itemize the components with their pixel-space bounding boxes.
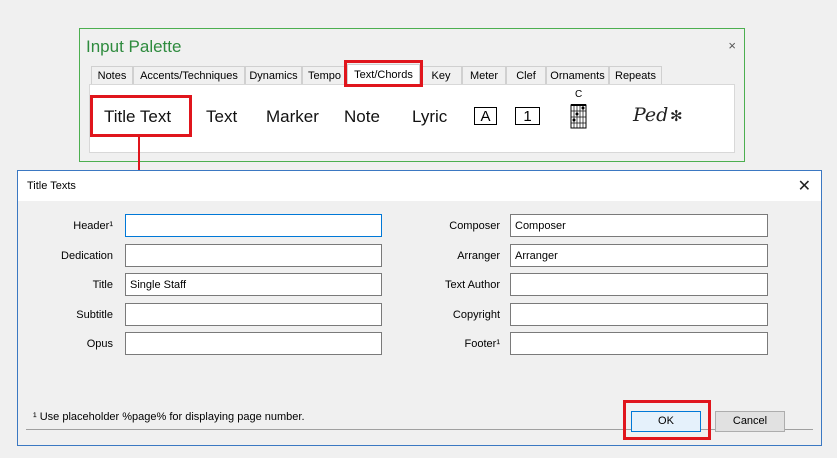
subtitle-input[interactable] [125,303,382,326]
chord-diagram-item[interactable]: C [569,89,589,131]
header-label: Header¹ [73,220,113,232]
tab-repeats[interactable]: Repeats [609,66,662,84]
title-input[interactable] [125,273,382,296]
dedication-input[interactable] [125,244,382,267]
note-item[interactable]: Note [344,107,380,127]
tab-key[interactable]: Key [420,66,462,84]
tab-dynamics[interactable]: Dynamics [245,66,302,84]
chord-name: C [575,89,583,100]
text-item[interactable]: Text [206,107,237,127]
text-author-input[interactable] [510,273,768,296]
tab-text-chords[interactable]: Text/Chords [347,64,420,84]
boxed-letter-item[interactable]: A [474,107,497,125]
text-author-label: Text Author [444,279,500,291]
dialog-title: Title Texts [27,180,76,192]
palette-items-panel: Title Text Text Marker Note Lyric A 1 C [89,84,735,153]
dedication-label: Dedication [61,250,113,262]
tab-notes[interactable]: Notes [91,66,133,84]
header-input[interactable] [125,214,382,237]
guitar-chord-diagram-icon [570,104,587,129]
arranger-input[interactable] [510,244,768,267]
pedal-item[interactable]: Ped [633,104,668,126]
marker-item[interactable]: Marker [266,107,319,127]
title-label: Title [92,279,113,291]
footer-input[interactable] [510,332,768,355]
copyright-input[interactable] [510,303,768,326]
opus-label: Opus [86,338,113,350]
composer-label: Composer [449,220,500,232]
arranger-label: Arranger [457,250,500,262]
input-palette: Input Palette × Notes Accents/Techniques… [79,28,745,162]
title-texts-dialog: Title Texts ✕ Header¹ Dedication Title S… [17,170,822,446]
subtitle-label: Subtitle [76,309,113,321]
tab-meter[interactable]: Meter [462,66,506,84]
footer-label: Footer¹ [464,338,500,350]
close-icon[interactable]: × [728,38,736,53]
composer-input[interactable] [510,214,768,237]
copyright-label: Copyright [452,309,500,321]
pedal-release-item[interactable]: ✻ [670,107,683,125]
close-icon[interactable]: ✕ [798,176,811,196]
cancel-button[interactable]: Cancel [715,411,785,432]
dialog-titlebar: Title Texts ✕ [18,171,821,201]
opus-input[interactable] [125,332,382,355]
tab-clef[interactable]: Clef [506,66,546,84]
title-text-item[interactable]: Title Text [104,107,171,127]
boxed-number-item[interactable]: 1 [515,107,540,125]
tab-accents-techniques[interactable]: Accents/Techniques [133,66,245,84]
footnote: ¹ Use placeholder %page% for displaying … [33,411,305,423]
lyric-item[interactable]: Lyric [412,107,447,127]
ok-button[interactable]: OK [631,411,701,432]
palette-title: Input Palette [86,37,182,56]
dialog-content: Header¹ Dedication Title Subtitle Opus C… [18,201,821,445]
tab-ornaments[interactable]: Ornaments [546,66,609,84]
tab-tempo[interactable]: Tempo [302,66,347,84]
